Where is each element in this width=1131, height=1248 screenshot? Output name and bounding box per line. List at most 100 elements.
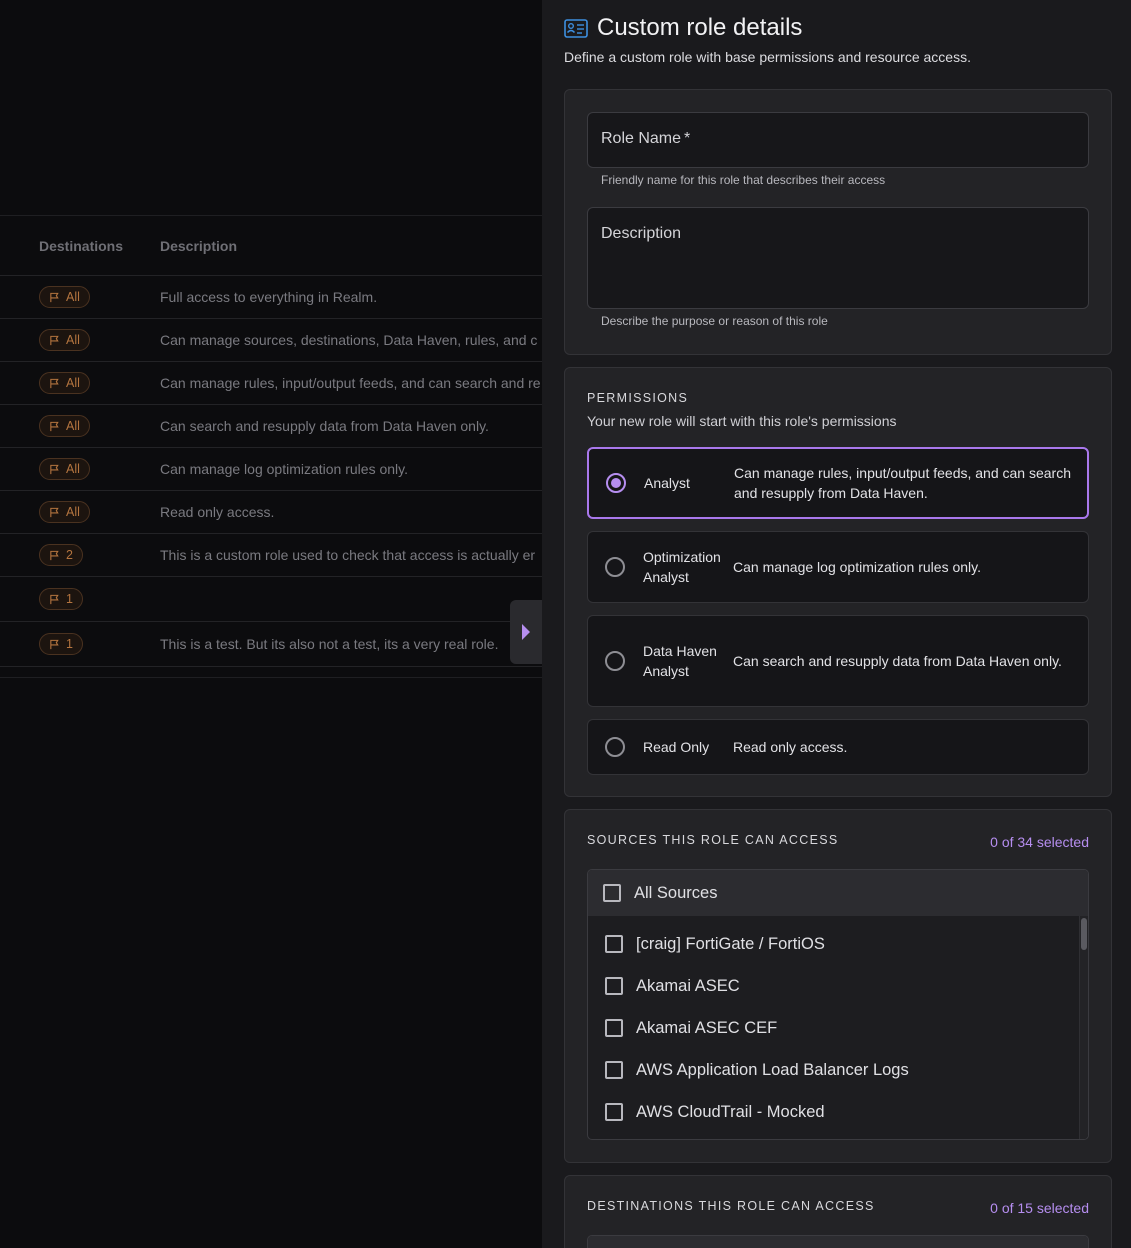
- radio-button[interactable]: [606, 473, 626, 493]
- destinations-label: DESTINATIONS THIS ROLE CAN ACCESS: [587, 1199, 875, 1213]
- all-sources-option[interactable]: All Sources: [588, 870, 1088, 916]
- role-name-label: Role Name: [601, 130, 682, 147]
- source-checkbox[interactable]: [605, 977, 623, 995]
- destinations-list[interactable]: [587, 1235, 1089, 1248]
- destinations-chip: 2: [39, 544, 83, 566]
- destinations-cell: 2: [0, 544, 160, 566]
- table-row[interactable]: All Can manage log optimization rules onl…: [0, 448, 542, 491]
- permission-name: Analyst: [644, 475, 690, 491]
- permission-description: Can search and resupply data from Data H…: [733, 653, 1062, 669]
- destinations-count-text: 1: [66, 637, 73, 651]
- description-label: Description: [601, 225, 682, 242]
- radio-button[interactable]: [605, 651, 625, 671]
- radio-button[interactable]: [605, 557, 625, 577]
- source-checkbox[interactable]: [605, 1103, 623, 1121]
- roles-table: Destinations Description All Full access …: [0, 215, 542, 678]
- description-cell: Can manage rules, input/output feeds, an…: [160, 375, 541, 391]
- table-row[interactable]: All Read only access.: [0, 491, 542, 534]
- roles-table-area: Destinations Description All Full access …: [0, 0, 542, 1248]
- table-row[interactable]: All Can manage rules, input/output feeds,…: [0, 362, 542, 405]
- destinations-chip: All: [39, 372, 90, 394]
- radio-selected-dot: [611, 478, 621, 488]
- destinations-chip: All: [39, 458, 90, 480]
- description-cell: Read only access.: [160, 504, 275, 520]
- permission-description: Read only access.: [733, 739, 848, 755]
- destinations-count-text: All: [66, 419, 80, 433]
- source-label: AWS Application Load Balancer Logs: [636, 1060, 909, 1079]
- flag-icon: [50, 464, 59, 474]
- permissions-hint: Your new role will start with this role'…: [587, 413, 897, 429]
- panel-title-text: Custom role details: [597, 14, 803, 41]
- description-cell: Can manage log optimization rules only.: [160, 461, 408, 477]
- destinations-cell: All: [0, 286, 160, 308]
- source-checkbox[interactable]: [605, 1061, 623, 1079]
- table-row[interactable]: All Full access to everything in Realm.: [0, 276, 542, 319]
- source-label: [craig] FortiGate / FortiOS: [636, 934, 825, 953]
- custom-role-panel: Custom role details Define a custom role…: [542, 0, 1131, 1248]
- id-card-icon: [564, 18, 588, 38]
- table-row[interactable]: All Can manage sources, destinations, Dat…: [0, 319, 542, 362]
- all-sources-checkbox[interactable]: [603, 884, 621, 902]
- column-header-description[interactable]: Description: [160, 238, 542, 254]
- table-row[interactable]: 2 This is a custom role used to check tha…: [0, 534, 542, 577]
- collapse-panel-button[interactable]: [510, 600, 542, 664]
- destinations-cell: All: [0, 329, 160, 351]
- permission-description: Can manage rules, input/output feeds, an…: [734, 465, 1071, 501]
- table-row[interactable]: 1 This is a test. But its also not a test…: [0, 622, 542, 667]
- permission-option[interactable]: Optimization Analyst Can manage log optim…: [587, 531, 1089, 603]
- permission-name: Optimization Analyst: [643, 549, 721, 585]
- destinations-cell: 1: [0, 588, 160, 610]
- panel-subtitle: Define a custom role with base permissio…: [564, 49, 971, 65]
- source-checkbox[interactable]: [605, 935, 623, 953]
- description-cell: Can search and resupply data from Data H…: [160, 418, 489, 434]
- description-field[interactable]: Description: [587, 207, 1089, 309]
- table-row[interactable]: 1: [0, 577, 542, 622]
- sources-scrollbar[interactable]: [1079, 916, 1088, 1139]
- sources-card: SOURCES THIS ROLE CAN ACCESS 0 of 34 sel…: [564, 809, 1112, 1163]
- destinations-cell: All: [0, 458, 160, 480]
- permission-option[interactable]: Data Haven Analyst Can search and resuppl…: [587, 615, 1089, 707]
- source-option[interactable]: [craig] FortiGate / FortiOS: [588, 923, 1088, 965]
- permission-option[interactable]: Analyst Can manage rules, input/output fe…: [587, 447, 1089, 519]
- description-cell: Full access to everything in Realm.: [160, 289, 378, 305]
- flag-icon: [50, 507, 59, 517]
- source-option[interactable]: Akamai ASEC CEF: [588, 1007, 1088, 1049]
- permission-name: Data Haven Analyst: [643, 643, 717, 679]
- table-row[interactable]: All Can search and resupply data from Dat…: [0, 405, 542, 448]
- source-checkbox[interactable]: [605, 1019, 623, 1037]
- destinations-chip: All: [39, 286, 90, 308]
- destinations-count-text: All: [66, 376, 80, 390]
- sources-count: 0 of 34 selected: [990, 834, 1089, 850]
- flag-icon: [50, 421, 59, 431]
- destinations-count-text: All: [66, 333, 80, 347]
- sources-list[interactable]: All Sources [craig] FortiGate / FortiOS A…: [587, 869, 1089, 1140]
- all-destinations-option[interactable]: [588, 1236, 1088, 1248]
- source-label: Akamai ASEC CEF: [636, 1018, 778, 1037]
- sources-label: SOURCES THIS ROLE CAN ACCESS: [587, 833, 839, 847]
- destinations-count: 0 of 15 selected: [990, 1200, 1089, 1216]
- description-cell: This is a custom role used to check that…: [160, 547, 536, 563]
- permission-option[interactable]: Read Only Read only access.: [587, 719, 1089, 775]
- source-option[interactable]: AWS CloudTrail - Mocked: [588, 1091, 1088, 1133]
- destinations-count-text: 2: [66, 548, 73, 562]
- destinations-count-text: All: [66, 505, 80, 519]
- flag-icon: [50, 639, 59, 649]
- scrollbar-thumb[interactable]: [1081, 918, 1087, 950]
- role-name-helper: Friendly name for this role that describ…: [601, 173, 886, 187]
- source-label: Akamai ASEC: [636, 976, 740, 995]
- required-mark: *: [684, 130, 691, 147]
- destinations-cell: All: [0, 415, 160, 437]
- permission-name: Read Only: [643, 739, 710, 755]
- source-option[interactable]: AWS Application Load Balancer Logs: [588, 1049, 1088, 1091]
- radio-button[interactable]: [605, 737, 625, 757]
- destinations-count-text: All: [66, 462, 80, 476]
- destinations-cell: All: [0, 372, 160, 394]
- source-label: AWS CloudTrail - Mocked: [636, 1102, 825, 1121]
- destinations-chip: All: [39, 501, 90, 523]
- column-header-destinations[interactable]: Destinations: [0, 238, 160, 254]
- description-cell: Can manage sources, destinations, Data H…: [160, 332, 538, 348]
- table-header: Destinations Description: [0, 216, 542, 276]
- destinations-cell: 1: [0, 633, 160, 655]
- source-option[interactable]: Akamai ASEC: [588, 965, 1088, 1007]
- role-name-field[interactable]: Role Name *: [587, 112, 1089, 168]
